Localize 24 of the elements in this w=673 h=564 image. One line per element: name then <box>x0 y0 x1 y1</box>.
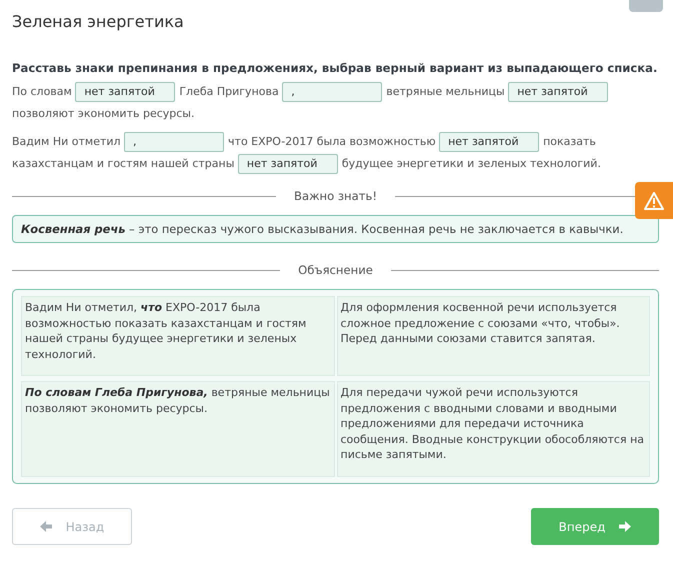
sentence-text: Вадим Ни отметил <box>12 135 121 148</box>
sentence-text: что EXPO-2017 была возможностью <box>228 135 436 148</box>
sentence-text: показать <box>543 135 596 148</box>
table-cell: Вадим Ни отметил, что EXPO-2017 была возможностью показать казахстанцам и гостям нашей страны будущее энергетики и зеленых технологий. <box>21 296 334 376</box>
sentence-text: позволяют экономить ресурсы. <box>12 107 194 120</box>
punctuation-dropdown[interactable]: , <box>124 132 224 152</box>
section-heading: Важно знать! <box>293 189 378 203</box>
table-cell: По словам Глеба Пригунова, ветряные мельницы позволяют экономить ресурсы. <box>21 381 334 477</box>
table-cell: Для передачи чужой речи используются предложения с вводными словами и вводными предложениями для передачи источника сообщения. Вводные конструкции обособляются на письме запятыми. <box>336 381 650 477</box>
table-cell: Для оформления косвенной речи используется сложное предложение с союзами «что, чтобы». Перед данными союзами ставится запятая. <box>336 296 650 376</box>
sentence-text: будущее энергетики и зеленых технологий. <box>342 157 601 170</box>
punctuation-dropdown[interactable]: нет запятой <box>508 82 608 102</box>
sentence-text: ветряные мельницы <box>386 85 505 98</box>
punctuation-dropdown[interactable]: нет запятой <box>439 132 540 152</box>
sentence-text: казахстанцам и гостям нашей страны <box>12 157 234 170</box>
instruction-text: Расставь знаки препинания в предложениях, выбрав верный вариант из выпадающего списка. <box>12 61 658 75</box>
punctuation-dropdown[interactable]: , <box>282 82 382 102</box>
punctuation-dropdown[interactable]: нет запятой <box>238 154 338 174</box>
sentence-text: По словам <box>12 85 72 98</box>
page-title: Зеленая энергетика <box>12 11 184 31</box>
info-note: Косвенная речь – это пересказ чужого высказывания. Косвенная речь не заключается в кавычки. <box>12 215 659 243</box>
sentence-text: Глеба Пригунова <box>179 85 279 98</box>
punctuation-dropdown[interactable]: нет запятой <box>75 82 176 102</box>
section-heading: Объяснение <box>297 263 374 277</box>
